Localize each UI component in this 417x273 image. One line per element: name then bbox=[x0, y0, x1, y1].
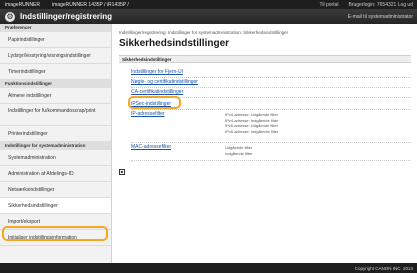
sidebar-item-common-settings[interactable]: Almene indstillinger bbox=[0, 88, 111, 104]
page-title: Sikkerhedsindstillinger bbox=[119, 38, 230, 49]
main-content: Indstillinger/registrering: Indstillinge… bbox=[113, 24, 417, 263]
document-icon[interactable]: ■ bbox=[119, 169, 125, 175]
sidebar-item-paper-settings[interactable]: Papirindstillinger bbox=[0, 32, 111, 48]
divider bbox=[131, 87, 411, 88]
sidebar-item-security-settings[interactable]: Sikkerhedsindstillinger bbox=[0, 198, 111, 214]
ipsec-settings-link[interactable]: IPSec-indstillinger bbox=[131, 101, 171, 107]
sidebar-item-initialize-info[interactable]: Initialiser indstillingsinformation bbox=[0, 230, 111, 246]
sidebar: Præferencer Papirindstillinger Lydstyr/l… bbox=[0, 24, 112, 263]
ip-filter-status-line: IPv6-adresse: Indgående filter bbox=[225, 128, 279, 134]
divider bbox=[131, 77, 411, 78]
remote-ui-settings-link[interactable]: Indstillinger for Fjern-UI bbox=[131, 69, 183, 75]
mac-filter-status: Udgående filter Indgående filter bbox=[225, 145, 253, 156]
mac-filter-status-line: Indgående filter bbox=[225, 150, 253, 156]
copyright-text: Copyright CANON INC. 2013 bbox=[354, 265, 413, 271]
key-certificate-settings-link[interactable]: Nøgle- og certifikatindstillinger bbox=[131, 79, 198, 85]
brand-name: imageRUNNER bbox=[5, 1, 41, 8]
portal-link[interactable]: Til portal bbox=[320, 2, 339, 8]
sidebar-item-fax-print-settings[interactable]: Indstillinger for fu/kommandoscrap/print bbox=[0, 104, 111, 126]
sidebar-item-timer-settings[interactable]: Timerindstillinger bbox=[0, 64, 111, 80]
footer: Copyright CANON INC. 2013 bbox=[0, 263, 417, 273]
sidebar-item-system-admin[interactable]: Systemadministration bbox=[0, 150, 111, 166]
gear-icon: ⚙ bbox=[5, 11, 15, 22]
sidebar-item-sound-display[interactable]: Lydstyr/lesstyring/visningsindstillinger bbox=[0, 48, 111, 64]
ip-filter-status-line: IPv6-adresse: Udgående filter bbox=[225, 123, 278, 129]
divider bbox=[131, 142, 411, 143]
sidebar-item-network-settings[interactable]: Netværksindstillinger bbox=[0, 182, 111, 198]
breadcrumb: Indstillinger/registrering: Indstillinge… bbox=[119, 30, 289, 35]
page-section-title: Indstillinger/registrering bbox=[20, 12, 113, 21]
sidebar-heading-preferences: Præferencer bbox=[0, 24, 111, 32]
sidebar-item-import-export[interactable]: Import/eksport bbox=[0, 214, 111, 230]
sidebar-heading-system-admin: Indstillinger for systemadministration bbox=[0, 142, 111, 150]
divider bbox=[131, 109, 411, 110]
app-header: ⚙ Indstillinger/registrering E-mail til … bbox=[0, 9, 417, 24]
divider bbox=[131, 160, 411, 161]
ip-filter-status: IPv4-adresse: Udgående filter IPv4-adres… bbox=[225, 112, 278, 134]
divider bbox=[131, 97, 411, 98]
section-heading: Sikkerhedsindstillinger bbox=[119, 55, 411, 63]
sidebar-heading-function-settings: Funktionsindstillinger bbox=[0, 80, 111, 88]
sidebar-item-department-id[interactable]: Administration af Afdelings-ID bbox=[0, 166, 111, 182]
device-model: imageRUNNER 1435P / iR1435P / bbox=[52, 1, 129, 8]
login-status[interactable]: Brugerlogin: 7654321 Log ud bbox=[349, 2, 414, 8]
sidebar-item-printer-settings[interactable]: Printerindstillinger bbox=[0, 126, 111, 142]
ip-address-filter-link[interactable]: IP-adressefilter bbox=[131, 111, 165, 117]
mac-address-filter-link[interactable]: MAC-adressefilter bbox=[131, 144, 171, 150]
ca-certificate-settings-link[interactable]: CA-certifikatindstillinger bbox=[131, 89, 183, 95]
top-bar: imageRUNNER imageRUNNER 1435P / iR1435P … bbox=[0, 0, 417, 9]
mail-admin-link[interactable]: E-mail til systemadministrator bbox=[348, 14, 413, 20]
mac-filter-status-line: Udgående filter bbox=[225, 145, 253, 150]
ip-filter-status-line: IPv4-adresse: Udgående filter bbox=[225, 112, 278, 117]
